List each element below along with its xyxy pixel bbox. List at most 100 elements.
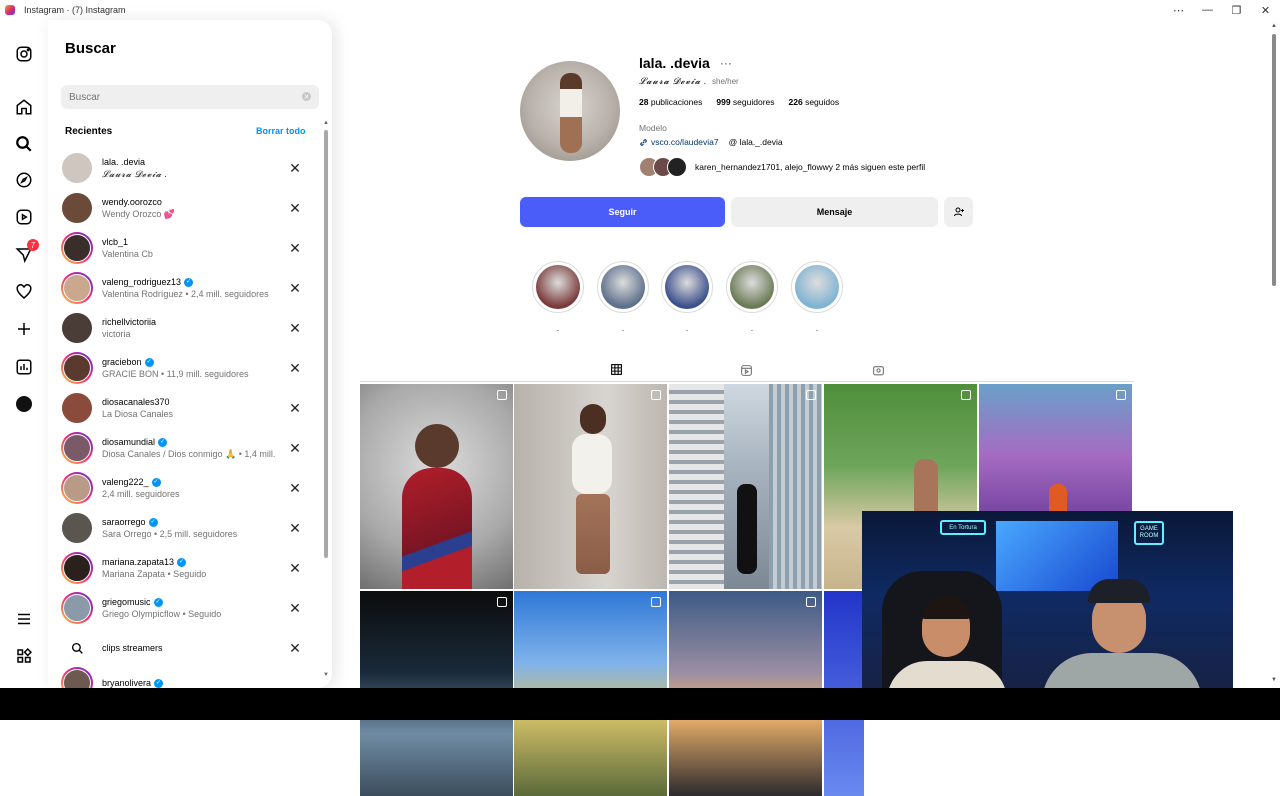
- page-scroll-down-icon[interactable]: ▼: [1271, 677, 1277, 683]
- profile-stats: 28 publicaciones 999 seguidores 226 segu…: [639, 97, 839, 107]
- verified-badge-icon: ✓: [177, 557, 187, 567]
- scroll-up-arrow-icon[interactable]: ▲: [323, 120, 329, 126]
- post-thumbnail[interactable]: [514, 384, 667, 589]
- messages-icon[interactable]: 7: [14, 239, 39, 265]
- recent-item[interactable]: diosacanales370 La Diosa Canales ✕: [61, 388, 319, 428]
- clear-search-icon[interactable]: ✕: [302, 92, 311, 101]
- threads-icon: @: [728, 137, 738, 147]
- recent-item[interactable]: valeng222_ ✓ 2,4 mill. seguidores ✕: [61, 468, 319, 508]
- profile-avatar[interactable]: [520, 61, 620, 161]
- explore-icon[interactable]: [14, 170, 34, 190]
- highlight-label: .: [685, 324, 689, 333]
- scroll-down-arrow-icon[interactable]: ▼: [323, 672, 329, 678]
- remove-recent-icon[interactable]: ✕: [287, 440, 303, 456]
- recent-keyword-item[interactable]: clips streamers ✕: [61, 628, 319, 668]
- recent-item[interactable]: graciebon ✓ GRACIE BON • 11,9 mill. seguid…: [61, 348, 319, 388]
- add-person-icon: [953, 207, 964, 217]
- dashboard-icon[interactable]: [14, 357, 34, 377]
- recent-subtitle: victoria: [102, 329, 131, 339]
- instagram-app-icon: [5, 5, 15, 15]
- minimize-button[interactable]: —: [1193, 0, 1222, 20]
- suggested-user-button[interactable]: [944, 197, 973, 227]
- avatar: [61, 512, 93, 544]
- remove-recent-icon[interactable]: ✕: [287, 640, 303, 656]
- recent-item[interactable]: diosamundial ✓ Diosa Canales / Dios conmig…: [61, 428, 319, 468]
- remove-recent-icon[interactable]: ✕: [287, 400, 303, 416]
- profile-username: lala. .devia ···: [639, 55, 732, 71]
- home-icon[interactable]: [14, 97, 34, 117]
- recent-item[interactable]: vlcb_1 Valentina Cb ✕: [61, 228, 319, 268]
- tab-posts[interactable]: [596, 358, 636, 382]
- remove-recent-icon[interactable]: ✕: [287, 600, 303, 616]
- post-thumbnail[interactable]: [669, 384, 822, 589]
- story-highlight[interactable]: [597, 261, 649, 313]
- also-from-meta-icon[interactable]: [14, 646, 34, 666]
- remove-recent-icon[interactable]: ✕: [287, 240, 303, 256]
- story-highlight[interactable]: [661, 261, 713, 313]
- tab-tagged[interactable]: [858, 358, 898, 382]
- search-icon[interactable]: [14, 134, 34, 154]
- recent-item[interactable]: bryanolivera ✓: [61, 667, 319, 688]
- remove-recent-icon[interactable]: ✕: [287, 160, 303, 176]
- highlight-label: .: [750, 324, 754, 333]
- search-input[interactable]: [61, 85, 319, 109]
- remove-recent-icon[interactable]: ✕: [287, 360, 303, 376]
- neon-sign-game-room: GAME ROOM: [1134, 521, 1164, 545]
- story-highlight[interactable]: [532, 261, 584, 313]
- recent-item[interactable]: wendy.oorozco Wendy Orozco 💕 ✕: [61, 188, 319, 228]
- scroll-thumb[interactable]: [324, 130, 328, 558]
- recent-item[interactable]: lala. .devia 𝓛𝓪𝓾𝓻𝓪 𝓓𝓮𝓿𝓲𝓪 . ✕: [61, 148, 319, 188]
- page-scroll-up-icon[interactable]: ▲: [1271, 23, 1277, 29]
- verified-badge-icon: ✓: [144, 357, 154, 367]
- avatar: [61, 392, 93, 424]
- search-panel-title: Buscar: [65, 40, 116, 57]
- followers-stat[interactable]: 999 seguidores: [716, 97, 774, 107]
- recent-item[interactable]: griegomusic ✓ Griego Olympicflow • Seguido…: [61, 588, 319, 628]
- remove-recent-icon[interactable]: ✕: [287, 200, 303, 216]
- recent-item[interactable]: richellvictoriia victoria ✕: [61, 308, 319, 348]
- page-scroll-thumb[interactable]: [1272, 34, 1276, 286]
- page-scrollbar[interactable]: ▲ ▼: [1268, 20, 1280, 688]
- maximize-button[interactable]: ❐: [1222, 0, 1251, 20]
- reels-icon[interactable]: [14, 207, 34, 227]
- message-button[interactable]: Mensaje: [731, 197, 938, 227]
- story-highlight[interactable]: [791, 261, 843, 313]
- threads-link[interactable]: @ lala._.devia: [729, 137, 783, 147]
- following-stat[interactable]: 226 seguidos: [789, 97, 840, 107]
- create-plus-icon[interactable]: [14, 319, 34, 339]
- recent-username: saraorrego ✓: [102, 517, 158, 527]
- close-window-button[interactable]: ✕: [1251, 0, 1280, 20]
- tab-reels[interactable]: [726, 358, 766, 382]
- notifications-heart-icon[interactable]: [14, 282, 34, 302]
- bottom-letterbox: [0, 688, 1280, 720]
- window-controls: ⋯ — ❐ ✕: [1164, 0, 1280, 20]
- carousel-icon: [497, 390, 507, 400]
- remove-recent-icon[interactable]: ✕: [287, 520, 303, 536]
- more-options-button[interactable]: ⋯: [1164, 0, 1193, 20]
- clear-all-link[interactable]: Borrar todo: [256, 126, 306, 136]
- post-thumbnail[interactable]: [360, 384, 513, 589]
- profile-avatar-icon[interactable]: [14, 394, 34, 414]
- recent-username: valeng222_ ✓: [102, 477, 161, 487]
- profile-options-icon[interactable]: ···: [720, 56, 732, 70]
- profile-links: vsco.co/laudevia7 @ lala._.devia: [639, 137, 783, 147]
- recent-item[interactable]: mariana.zapata13 ✓ Mariana Zapata • Seguid…: [61, 548, 319, 588]
- story-highlight[interactable]: [726, 261, 778, 313]
- follow-button[interactable]: Seguir: [520, 197, 725, 227]
- carousel-icon: [497, 597, 507, 607]
- remove-recent-icon[interactable]: ✕: [287, 480, 303, 496]
- menu-icon[interactable]: [14, 609, 34, 629]
- followed-by[interactable]: karen_hernandez1701, alejo_floww y 2 más…: [639, 157, 925, 177]
- recent-username: diosacanales370: [102, 397, 170, 407]
- remove-recent-icon[interactable]: ✕: [287, 320, 303, 336]
- remove-recent-icon[interactable]: ✕: [287, 280, 303, 296]
- profile-external-link[interactable]: vsco.co/laudevia7: [651, 137, 719, 147]
- carousel-icon: [651, 597, 661, 607]
- recent-item[interactable]: valeng_rodriguez13 ✓ Valentina Rodríguez •…: [61, 268, 319, 308]
- recent-item[interactable]: saraorrego ✓ Sara Orrego • 2,5 mill. segui…: [61, 508, 319, 548]
- window-title-bar: Instagram · (7) Instagram ⋯ — ❐ ✕: [0, 0, 1280, 20]
- search-panel-scrollbar[interactable]: ▲ ▼: [323, 120, 329, 680]
- remove-recent-icon[interactable]: ✕: [287, 560, 303, 576]
- recent-subtitle: 2,4 mill. seguidores: [102, 489, 180, 499]
- instagram-logo-icon[interactable]: [14, 44, 34, 64]
